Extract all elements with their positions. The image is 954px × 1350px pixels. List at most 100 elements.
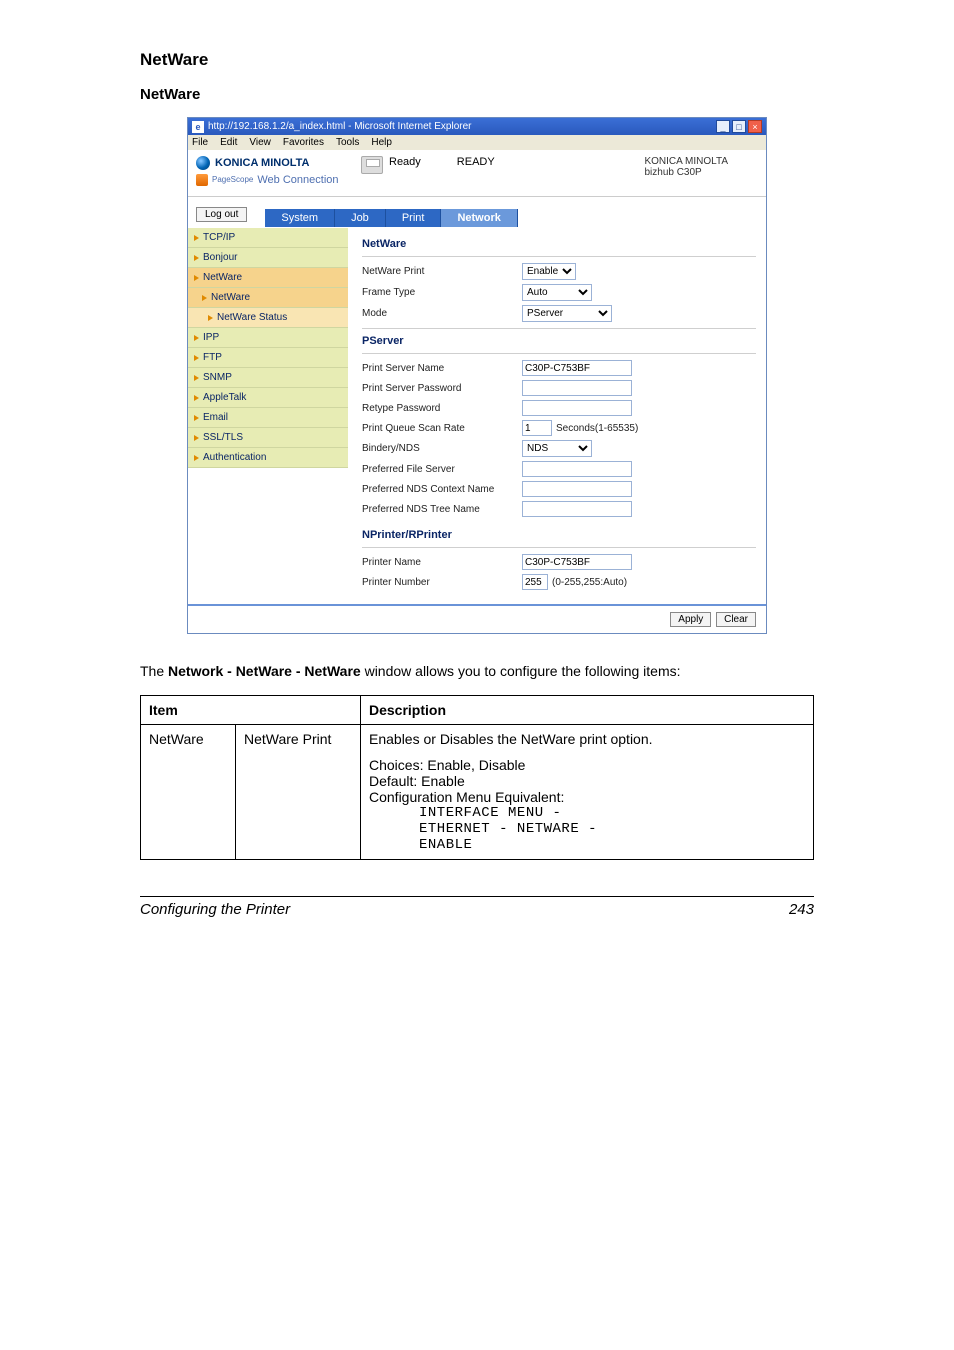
sidebar-item-ftp[interactable]: FTP <box>188 348 348 368</box>
ready-status: READY <box>457 156 495 168</box>
sidebar-item-label: NetWare <box>203 272 242 283</box>
section-title-pserver: PServer <box>362 335 756 347</box>
sidebar-item-netware-sub[interactable]: NetWare <box>188 288 348 308</box>
sidebar-item-netware[interactable]: NetWare <box>188 268 348 288</box>
tab-print[interactable]: Print <box>386 209 442 227</box>
table-header-item: Item <box>141 695 361 724</box>
sidebar-item-label: FTP <box>203 352 222 363</box>
pagescope-icon <box>196 174 208 186</box>
sidebar-item-appletalk[interactable]: AppleTalk <box>188 388 348 408</box>
page-footer: Configuring the Printer 243 <box>140 896 814 918</box>
sidebar-item-email[interactable]: Email <box>188 408 348 428</box>
sidebar-item-label: NetWare Status <box>217 312 287 323</box>
sidebar-item-label: NetWare <box>211 292 250 303</box>
select-frame-type[interactable]: Auto <box>522 284 592 301</box>
label-print-server-name: Print Server Name <box>362 363 522 374</box>
desc-line-default: Default: Enable <box>369 773 805 789</box>
ie-title-text: http://192.168.1.2/a_index.html - Micros… <box>208 121 471 132</box>
label-printer-number: Printer Number <box>362 577 522 588</box>
menu-favorites[interactable]: Favorites <box>283 137 324 148</box>
menu-view[interactable]: View <box>249 137 271 148</box>
label-printer-name: Printer Name <box>362 557 522 568</box>
sidebar-item-tcpip[interactable]: TCP/IP <box>188 228 348 248</box>
sidebar-item-bonjour[interactable]: Bonjour <box>188 248 348 268</box>
label-netware-print: NetWare Print <box>362 266 522 277</box>
menu-help[interactable]: Help <box>371 137 392 148</box>
input-preferred-nds-context[interactable] <box>522 481 632 497</box>
header-brand: KONICA MINOLTA <box>644 156 728 167</box>
ie-titlebar: e http://192.168.1.2/a_index.html - Micr… <box>188 118 766 135</box>
chevron-right-icon <box>194 275 199 281</box>
table-cell-item: NetWare <box>141 724 236 859</box>
content-pane: NetWare NetWare PrintEnable Frame TypeAu… <box>348 228 766 604</box>
sidebar-item-label: AppleTalk <box>203 392 246 403</box>
header-model: bizhub C30P <box>644 167 728 178</box>
web-connection-label: Web Connection <box>257 174 338 186</box>
sidebar-item-label: Authentication <box>203 452 266 463</box>
section-heading-2: NetWare <box>140 86 814 103</box>
select-bindery-nds[interactable]: NDS <box>522 440 592 457</box>
select-mode[interactable]: PServer <box>522 305 612 322</box>
unit-scan-rate: Seconds(1-65535) <box>556 423 638 434</box>
sidebar-item-label: TCP/IP <box>203 232 235 243</box>
desc-line-main: Enables or Disables the NetWare print op… <box>369 731 805 747</box>
sidebar-item-label: SNMP <box>203 372 232 383</box>
menu-edit[interactable]: Edit <box>220 137 237 148</box>
sidebar-item-netware-status[interactable]: NetWare Status <box>188 308 348 328</box>
sidebar-item-ipp[interactable]: IPP <box>188 328 348 348</box>
clear-button[interactable]: Clear <box>716 612 756 627</box>
chevron-right-icon <box>194 375 199 381</box>
desc-line-path1: INTERFACE MENU - <box>369 805 805 821</box>
sidebar-item-snmp[interactable]: SNMP <box>188 368 348 388</box>
caption-bold: Network - NetWare - NetWare <box>168 663 361 679</box>
caption-suffix: window allows you to configure the follo… <box>361 663 681 679</box>
label-print-server-password: Print Server Password <box>362 383 522 394</box>
sidebar-item-authentication[interactable]: Authentication <box>188 448 348 468</box>
apply-button[interactable]: Apply <box>670 612 711 627</box>
input-preferred-nds-tree[interactable] <box>522 501 632 517</box>
window-maximize-button[interactable]: □ <box>732 120 746 133</box>
input-printer-name[interactable] <box>522 554 632 570</box>
chevron-right-icon <box>194 415 199 421</box>
menu-file[interactable]: File <box>192 137 208 148</box>
tab-system[interactable]: System <box>265 209 335 227</box>
chevron-right-icon <box>208 315 213 321</box>
chevron-right-icon <box>194 355 199 361</box>
section-title-netware: NetWare <box>362 238 756 250</box>
chevron-right-icon <box>194 255 199 261</box>
label-retype-password: Retype Password <box>362 403 522 414</box>
logout-button[interactable]: Log out <box>196 207 247 222</box>
menu-tools[interactable]: Tools <box>336 137 359 148</box>
tab-job[interactable]: Job <box>335 209 386 227</box>
caption-prefix: The <box>140 663 168 679</box>
input-print-server-password[interactable] <box>522 380 632 396</box>
desc-line-cfg: Configuration Menu Equivalent: <box>369 789 805 805</box>
window-close-button[interactable]: × <box>748 120 762 133</box>
window-minimize-button[interactable]: _ <box>716 120 730 133</box>
chevron-right-icon <box>194 435 199 441</box>
section-title-nprinter: NPrinter/RPrinter <box>362 529 756 541</box>
label-bindery-nds: Bindery/NDS <box>362 443 522 454</box>
label-frame-type: Frame Type <box>362 287 522 298</box>
input-preferred-file-server[interactable] <box>522 461 632 477</box>
sidebar-item-ssltls[interactable]: SSL/TLS <box>188 428 348 448</box>
brand-text: KONICA MINOLTA <box>215 157 310 169</box>
brand-logo-icon <box>196 156 210 170</box>
label-mode: Mode <box>362 308 522 319</box>
chevron-right-icon <box>194 455 199 461</box>
pagescope-header: KONICA MINOLTA PageScope Web Connection … <box>188 150 766 197</box>
input-printer-number[interactable] <box>522 574 548 590</box>
input-scan-rate[interactable] <box>522 420 552 436</box>
select-netware-print[interactable]: Enable <box>522 263 576 280</box>
label-preferred-nds-context: Preferred NDS Context Name <box>362 484 522 495</box>
sidebar-item-label: Email <box>203 412 228 423</box>
tab-network[interactable]: Network <box>441 209 517 227</box>
footer-title: Configuring the Printer <box>140 901 290 918</box>
chevron-right-icon <box>202 295 207 301</box>
footer-page-number: 243 <box>789 901 814 918</box>
ie-window: e http://192.168.1.2/a_index.html - Micr… <box>187 117 767 634</box>
sidebar-item-label: IPP <box>203 332 219 343</box>
input-retype-password[interactable] <box>522 400 632 416</box>
table-header-description: Description <box>361 695 814 724</box>
input-print-server-name[interactable] <box>522 360 632 376</box>
